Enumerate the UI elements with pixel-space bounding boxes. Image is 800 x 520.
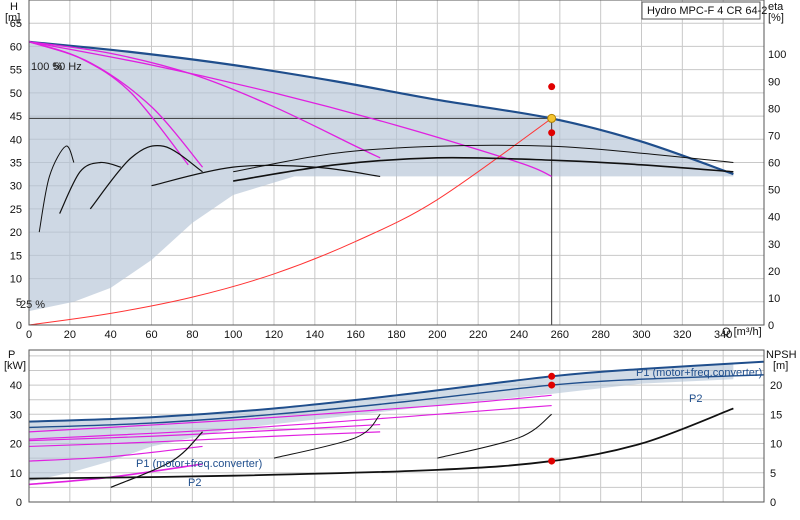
eta-point	[548, 129, 556, 137]
p2-label-left: P2	[188, 477, 201, 489]
npsh-tick-label: 20	[770, 380, 782, 392]
npsh-tick-label: 0	[770, 497, 776, 509]
y-tick-label: 25	[10, 204, 22, 216]
eta-tick-label: 10	[768, 293, 780, 305]
x-tick-label: 120	[265, 329, 283, 341]
power-chart-area	[29, 363, 734, 502]
eta-tick-label: 0	[768, 320, 774, 332]
y-axis-unit: [m]	[5, 12, 20, 24]
x-tick-label: 80	[186, 329, 198, 341]
x-tick-label: 200	[428, 329, 446, 341]
power-range-area	[29, 363, 734, 502]
pump-performance-chart: 0 20 40 60 80 100 120 140 160 180 200 220 240 260 280 3…	[4, 0, 797, 509]
eta-axis-unit: [%]	[768, 12, 784, 24]
eta-tick-label: 20	[768, 266, 780, 278]
y-tick-label: 40	[10, 134, 22, 146]
x-tick-label: 140	[306, 329, 324, 341]
eta-tick-label: 40	[768, 212, 780, 224]
power-tick-label: 30	[10, 409, 22, 421]
power-axis-unit: [kW]	[4, 360, 26, 372]
p2-label-right: P2	[689, 393, 702, 405]
min-speed-label: 25 %	[20, 299, 45, 311]
y-tick-label: 55	[10, 65, 22, 77]
x-tick-label: 300	[632, 329, 650, 341]
eta-tick-label: 50	[768, 185, 780, 197]
y-tick-label: 30	[10, 181, 22, 193]
power-axis-ticks: 0 10 20 30 40	[10, 380, 22, 509]
series-npsh-2pump	[437, 413, 552, 459]
y-tick-label: 0	[16, 320, 22, 332]
y-tick-label: 10	[10, 274, 22, 286]
npsh-axis-ticks: 0 5 10 15 20	[770, 380, 782, 509]
y-axis-ticks: 05101520253035404550556065	[10, 18, 22, 332]
y-tick-label: 35	[10, 158, 22, 170]
y-tick-label: 20	[10, 227, 22, 239]
x-tick-label: 280	[591, 329, 609, 341]
npsh-tick-label: 10	[770, 439, 782, 451]
power-point	[548, 381, 556, 389]
x-tick-label: 320	[673, 329, 691, 341]
x-tick-label: 240	[510, 329, 528, 341]
eta-tick-label: 90	[768, 76, 780, 88]
power-tick-label: 40	[10, 380, 22, 392]
x-tick-label: 20	[64, 329, 76, 341]
x-tick-label: 40	[105, 329, 117, 341]
frequency-label: 50 Hz	[53, 61, 82, 73]
eta-tick-label: 70	[768, 130, 780, 142]
eta-tick-label: 60	[768, 158, 780, 170]
eta-axis-ticks: 0 10 20 30 40 50 60 70 80 90 100	[768, 49, 786, 332]
x-tick-label: 160	[346, 329, 364, 341]
y-tick-label: 15	[10, 250, 22, 262]
npsh-axis-unit: [m]	[773, 360, 788, 372]
eta-tick-label: 100	[768, 49, 786, 61]
p1-label-right: P1 (motor+freq.converter)	[636, 367, 762, 379]
x-tick-label: 100	[224, 329, 242, 341]
x-axis-label: Q [m³/h]	[722, 326, 762, 338]
y-tick-label: 50	[10, 88, 22, 100]
power-chart-points	[548, 372, 556, 465]
chart-title: Hydro MPC-F 4 CR 64-2	[647, 5, 767, 17]
power-tick-label: 0	[16, 497, 22, 509]
npsh-tick-label: 5	[770, 468, 776, 480]
x-tick-label: 180	[387, 329, 405, 341]
eta-point	[548, 83, 556, 91]
power-tick-label: 20	[10, 439, 22, 451]
head-chart-operating-area	[29, 41, 734, 325]
operating-range-area	[29, 41, 734, 312]
x-tick-label: 220	[469, 329, 487, 341]
npsh-point	[548, 457, 556, 465]
eta-tick-label: 30	[768, 239, 780, 251]
x-tick-label: 0	[26, 329, 32, 341]
power-tick-label: 10	[10, 468, 22, 480]
x-tick-label: 260	[551, 329, 569, 341]
eta-tick-label: 80	[768, 103, 780, 115]
x-tick-label: 60	[145, 329, 157, 341]
power-point	[548, 372, 556, 380]
npsh-tick-label: 15	[770, 409, 782, 421]
p1-label-left: P1 (motor+freq.converter)	[136, 458, 262, 470]
y-tick-label: 60	[10, 41, 22, 53]
x-axis-ticks: 0 20 40 60 80 100 120 140 160 180 200 220 240 260 280 3…	[26, 329, 732, 341]
duty-point	[547, 113, 557, 123]
y-tick-label: 45	[10, 111, 22, 123]
